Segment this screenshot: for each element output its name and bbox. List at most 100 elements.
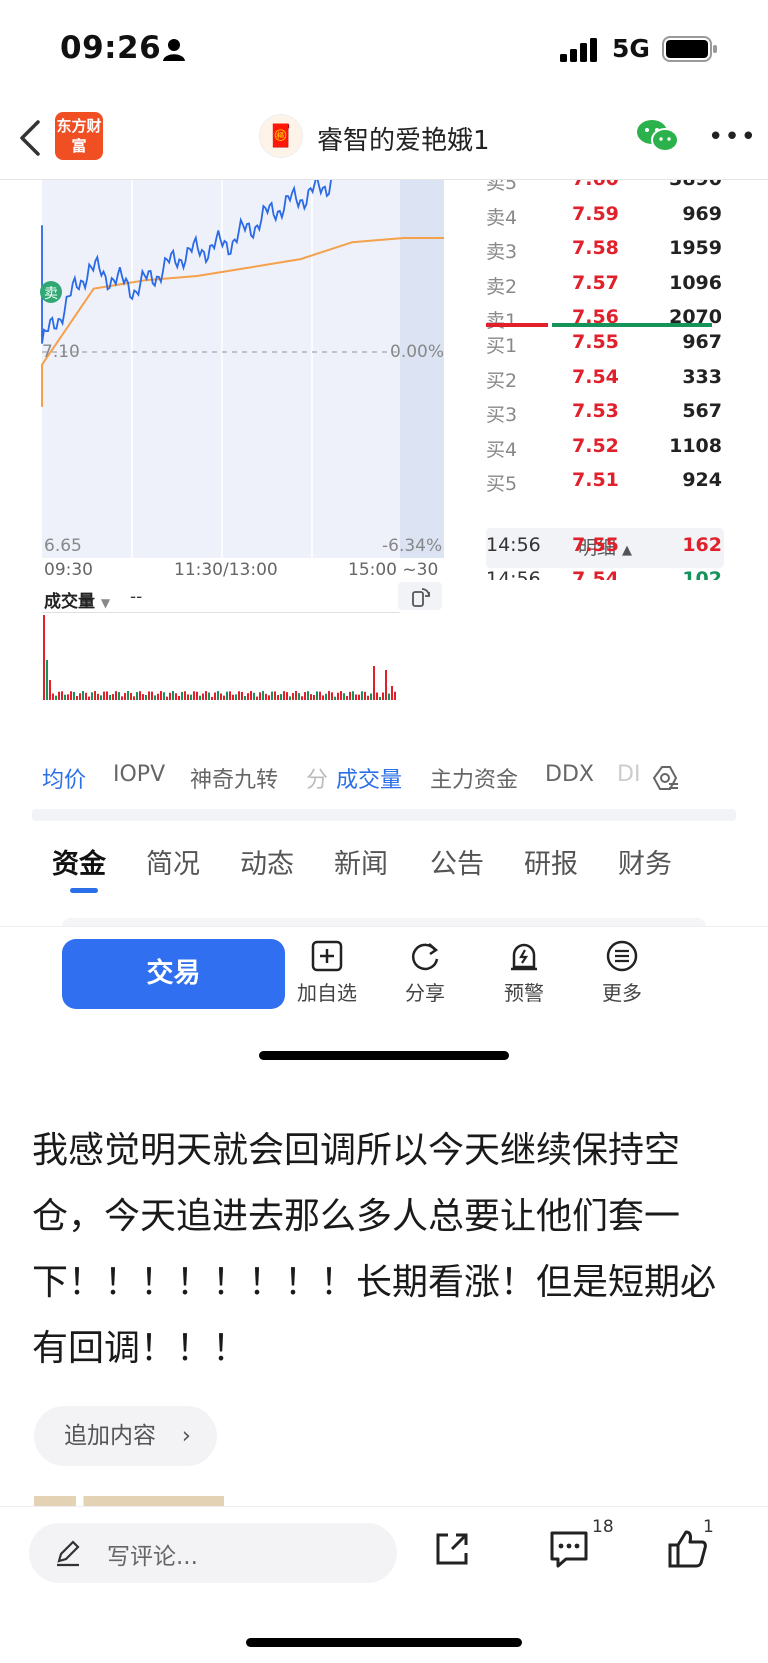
like-count: 1 (703, 1517, 714, 1537)
rotate-screen-icon[interactable] (410, 586, 432, 608)
tab-volume[interactable]: 成交量 (336, 762, 402, 794)
bid-row[interactable]: 买1 7.55 967 (486, 331, 726, 361)
bid-row[interactable]: 买4 7.52 1108 (486, 435, 726, 465)
tab-magic-nine[interactable]: 神奇九转 (190, 762, 278, 794)
bid-row[interactable]: 买3 7.53 567 (486, 400, 726, 430)
bid-row[interactable]: 买5 7.51 924 (486, 469, 726, 499)
trade-button[interactable]: 交易 (62, 939, 285, 1009)
volume-selector[interactable]: 成交量 ▼ (44, 587, 110, 612)
share-button[interactable]: 分享 (380, 939, 470, 1006)
add-watchlist-button[interactable]: 加自选 (282, 939, 372, 1006)
volume-bar (175, 693, 177, 700)
tab-main-capital[interactable]: 主力资金 (430, 762, 518, 794)
volume-bar (136, 692, 138, 700)
like-icon[interactable] (666, 1529, 708, 1569)
volume-bar (205, 691, 207, 700)
bid-row[interactable]: 买2 7.54 333 (486, 366, 726, 396)
volume-bar (76, 696, 78, 700)
volume-bar (328, 691, 330, 700)
volume-bar (208, 692, 210, 700)
volume-bar (148, 691, 150, 700)
volume-bar (130, 693, 132, 700)
comment-icon[interactable] (548, 1529, 590, 1569)
volume-bar (295, 691, 297, 700)
level-label: 卖3 (486, 241, 518, 263)
volume-bar (178, 695, 180, 700)
ask-row[interactable]: 卖2 7.57 1096 (486, 272, 726, 302)
indicator-tabs: 均价 IOPV 神奇九转 分 成交量 主力资金 DDX DI (0, 756, 768, 800)
level-label: 买1 (486, 335, 518, 357)
tab-news[interactable]: 新闻 (334, 842, 388, 881)
volume-bar (364, 691, 366, 700)
add-content-button[interactable]: 追加内容 › (34, 1406, 217, 1466)
level-price: 7.52 (572, 434, 619, 457)
divider (32, 809, 736, 821)
tab-profile[interactable]: 简况 (146, 842, 200, 881)
volume-bar (157, 693, 159, 700)
volume-bar (121, 696, 123, 700)
volume-bar (280, 694, 282, 700)
more-button[interactable]: 更多 (577, 939, 667, 1006)
volume-bar (109, 695, 111, 700)
volume-bar (127, 691, 129, 700)
volume-bar (139, 691, 141, 700)
level-volume: 1096 (669, 271, 722, 294)
tab-capital[interactable]: 资金 (52, 842, 106, 881)
tick-time: 14:56 (486, 534, 541, 556)
ask-row[interactable]: 卖4 7.59 969 (486, 203, 726, 233)
volume-bar (331, 692, 333, 700)
level-volume: 1959 (669, 237, 722, 259)
bottom-bar: 写评论... 18 1 (0, 1506, 768, 1663)
tick-volume: 10785 (655, 636, 722, 658)
tab-partial[interactable]: 分 (306, 762, 328, 794)
level-label: 买5 (486, 473, 518, 495)
volume-bar (85, 692, 87, 700)
share-icon (411, 943, 439, 971)
back-icon[interactable] (16, 118, 44, 158)
level-volume: 924 (682, 469, 722, 491)
volume-bar (229, 691, 231, 700)
post-body: 我感觉明天就会回调所以今天继续保持空仓，今天追进去那么多人总要让他们套一下！！！… (32, 1130, 717, 1369)
volume-bar (367, 695, 369, 700)
comment-input[interactable]: 写评论... (29, 1523, 397, 1583)
app-logo[interactable]: 东方财富 (55, 112, 103, 160)
tab-news-feed[interactable]: 动态 (240, 842, 294, 881)
volume-bar (265, 693, 267, 700)
tab-announcements[interactable]: 公告 (430, 842, 484, 881)
tick-time: 14:57 (486, 602, 541, 624)
alert-button[interactable]: 预警 (479, 939, 569, 1006)
volume-bar (190, 694, 192, 700)
volume-bar (274, 691, 276, 700)
volume-bar (91, 692, 93, 700)
section-tabs: 资金 简况 动态 新闻 公告 研报 财务 (0, 838, 768, 898)
tab-research[interactable]: 研报 (524, 842, 578, 881)
level-volume: 969 (682, 202, 722, 225)
tab-ddx[interactable]: DDX (545, 762, 594, 787)
volume-bar (394, 691, 396, 700)
volume-bar (310, 694, 312, 700)
share-out-icon[interactable] (432, 1529, 472, 1569)
tab-avg-price[interactable]: 均价 (42, 762, 86, 794)
tab-financials[interactable]: 财务 (618, 842, 672, 881)
ask-row[interactable]: 卖3 7.58 1959 (486, 237, 726, 267)
volume-bar (346, 695, 348, 700)
more-icon[interactable]: ••• (708, 122, 757, 152)
y-low-pct: -6.34% (382, 536, 443, 556)
level-volume: 567 (682, 400, 722, 422)
share-label: 分享 (405, 981, 445, 1005)
level-price: 7.54 (572, 365, 619, 388)
indicator-settings-icon[interactable] (650, 764, 680, 794)
volume-bar (154, 695, 156, 700)
trade-tick-row: 15:00 7.55 10785 (486, 636, 726, 666)
intraday-chart[interactable]: 卖 7.10 0.00% 6.65 -6.34% 09:30 11:30/13:… (0, 180, 470, 740)
level-price: 7.58 (572, 237, 619, 259)
tab-iopv[interactable]: IOPV (113, 762, 165, 787)
avatar[interactable]: 🧧 (259, 114, 303, 158)
tab-di[interactable]: DI (617, 762, 640, 787)
add-square-icon (311, 940, 343, 972)
wechat-icon[interactable] (636, 118, 680, 154)
tick-volume: 20 (695, 670, 722, 692)
trade-tick-row: 14:56 7.55 162 (486, 534, 726, 564)
volume-bar (256, 696, 258, 700)
volume-bar (181, 691, 183, 700)
